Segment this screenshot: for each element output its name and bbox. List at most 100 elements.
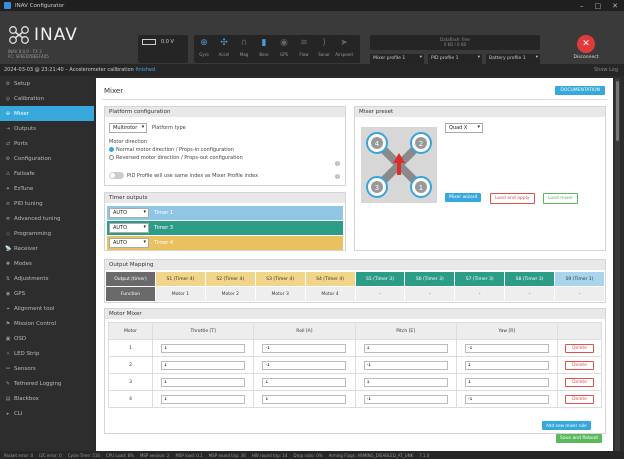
osd-icon: ▣ <box>5 335 11 342</box>
throttle-input[interactable] <box>161 394 246 404</box>
mag-icon: ∩ <box>240 38 248 48</box>
sidebar-item-label: Mission Control <box>14 320 57 327</box>
throttle-cell <box>151 356 255 374</box>
timer-mode-select[interactable]: AUTO <box>109 223 149 233</box>
window-titlebar: INAV Configurator – □ ✕ <box>0 0 624 11</box>
sidebar-item-adjustments[interactable]: ⇅ Adjustments <box>0 271 94 286</box>
sidebar-item-modes[interactable]: ✺ Modes <box>0 256 94 271</box>
minimize-button[interactable]: – <box>580 2 584 10</box>
pitch-cell <box>354 373 457 391</box>
profile-selectors: Mixer profile 1 PID profile 1 Battery pr… <box>370 54 540 64</box>
delete-rule-button[interactable]: Delete <box>565 343 594 353</box>
show-log-link[interactable]: Show Log <box>594 67 618 73</box>
pitch-input[interactable] <box>363 394 448 404</box>
sensor-status-bar: ⊕ Gyro ✣ Accel ∩ Mag ▮ Baro ◉ GPS ≋ Flow ) Sona… <box>194 35 360 63</box>
delete-rule-button[interactable]: Delete <box>565 377 594 387</box>
roll-input[interactable] <box>262 394 347 404</box>
sensors-icon: ⚯ <box>5 365 11 372</box>
sidebar-item-blackbox[interactable]: ▤ Blackbox <box>0 391 94 406</box>
yaw-input[interactable] <box>464 377 549 387</box>
sidebar-item-outputs[interactable]: ⇥ Outputs <box>0 121 94 136</box>
sidebar-item-cli[interactable]: ▸ CLI <box>0 406 94 421</box>
sidebar-item-advanced-tuning[interactable]: ≣ Advanced tuning <box>0 211 94 226</box>
col-header: Yaw [R] <box>455 322 559 340</box>
pid-profile-select[interactable]: PID profile 1 <box>428 54 482 64</box>
status-footer: Packet error: 0 I2C error: 0 Cycle Time: 5… <box>0 451 624 459</box>
footer-stat: 7.1.0 <box>419 453 430 458</box>
sidebar-item-sensors[interactable]: ⚯ Sensors <box>0 361 94 376</box>
sidebar-item-label: Configuration <box>14 155 52 162</box>
sidebar-item-gps[interactable]: ◉ GPS <box>0 286 94 301</box>
sidebar-item-tethered-logging[interactable]: ✎ Tethered Logging <box>0 376 94 391</box>
throttle-input[interactable] <box>161 377 246 387</box>
direction-normal-radio[interactable] <box>109 147 114 152</box>
timer-mode-select[interactable]: AUTO <box>109 208 149 218</box>
timer-mode-select[interactable]: AUTO <box>109 238 149 248</box>
sidebar-item-calibration[interactable]: ◎ Calibration <box>0 91 94 106</box>
advanced-icon: ≣ <box>5 215 11 222</box>
direction-reversed-radio[interactable] <box>109 155 114 160</box>
ports-icon: ⇄ <box>5 140 11 147</box>
documentation-button[interactable]: DOCUMENTATION <box>555 86 605 95</box>
sidebar-item-osd[interactable]: ▣ OSD <box>0 331 94 346</box>
delete-rule-button[interactable]: Delete <box>565 360 594 370</box>
help-icon[interactable]: ? <box>335 161 340 166</box>
yaw-input[interactable] <box>464 343 549 353</box>
quad-logo-icon <box>9 26 29 44</box>
pid-profile-toggle[interactable] <box>109 172 124 179</box>
yaw-input[interactable] <box>464 360 549 370</box>
maximize-button[interactable]: □ <box>595 2 602 10</box>
mixer-preset-panel: Mixer preset 4 2 3 1 Quad X Mixer wizard… <box>354 106 606 251</box>
roll-input[interactable] <box>262 377 347 387</box>
dataflash-line2: 0 KB / 0 KB <box>443 42 467 47</box>
sidebar-item-mixer[interactable]: ✣ Mixer <box>0 106 94 121</box>
throttle-input[interactable] <box>161 343 246 353</box>
motor-direction-heading: Motor direction <box>109 139 147 145</box>
throttle-input[interactable] <box>161 360 246 370</box>
roll-input[interactable] <box>262 343 347 353</box>
mixer-preset-select[interactable]: Quad X <box>445 123 483 133</box>
sensor-baro: ▮ Baro <box>259 38 269 57</box>
yaw-input[interactable] <box>464 394 549 404</box>
sidebar-item-ports[interactable]: ⇄ Ports <box>0 136 94 151</box>
mixer-preset-heading: Mixer preset <box>355 107 605 117</box>
add-mixer-rule-button[interactable]: Add new mixer rule <box>542 421 591 430</box>
mixer-wizard-button[interactable]: Mixer wizard <box>445 193 482 202</box>
sidebar-item-label: GPS <box>14 290 26 297</box>
version-line2: FC: SPEEDYBEEF405 <box>8 54 49 59</box>
battery-profile-select[interactable]: Battery profile 1 <box>486 54 540 64</box>
save-and-reboot-button[interactable]: Save and Reboot <box>556 434 603 443</box>
disconnect-icon: ✕ <box>577 35 595 53</box>
configuration-icon: ⚙ <box>5 155 11 162</box>
sidebar-item-programming[interactable]: ◇ Programming <box>0 226 94 241</box>
sidebar-item-alignment-tool[interactable]: ⌖ Alignment tool <box>0 301 94 316</box>
mapping-function-cell: - <box>554 286 605 302</box>
pitch-input[interactable] <box>363 360 448 370</box>
footer-stat: MSP round trip: 36 <box>208 453 246 458</box>
pitch-input[interactable] <box>363 343 448 353</box>
sidebar-item-label: Adjustments <box>14 275 49 282</box>
motor-number: 4 <box>375 140 380 148</box>
sidebar-item-mission-control[interactable]: ⚑ Mission Control <box>0 316 94 331</box>
output-mapping-table: Output (timer) S1 (Timer 4) S2 (Timer 4) S3… <box>105 271 605 302</box>
delete-rule-button[interactable]: Delete <box>565 394 594 404</box>
load-and-apply-button[interactable]: Load and apply <box>490 193 535 204</box>
platform-type-select[interactable]: Multirotor <box>109 123 148 133</box>
pitch-input[interactable] <box>363 377 448 387</box>
pitch-cell <box>354 390 457 408</box>
sidebar-item-pid-tuning[interactable]: ≡ PID tuning <box>0 196 94 211</box>
load-mixer-button[interactable]: Load mixer <box>543 193 579 204</box>
help-icon[interactable]: ? <box>335 174 340 179</box>
close-window-button[interactable]: ✕ <box>612 2 618 10</box>
sidebar-item-setup[interactable]: ⚙ Setup <box>0 76 94 91</box>
roll-input[interactable] <box>262 360 347 370</box>
scrollbar-thumb[interactable] <box>616 81 619 141</box>
sidebar-item-eztune[interactable]: ✦ EzTune <box>0 181 94 196</box>
sidebar-item-led-strip[interactable]: ✧ LED Strip <box>0 346 94 361</box>
sidebar-item-failsafe[interactable]: ⚠ Failsafe <box>0 166 94 181</box>
scrollbar[interactable] <box>615 78 620 451</box>
mixer-profile-select[interactable]: Mixer profile 1 <box>370 54 424 64</box>
led-icon: ✧ <box>5 350 11 357</box>
sidebar-item-receiver[interactable]: 📡 Receiver <box>0 241 94 256</box>
sidebar-item-configuration[interactable]: ⚙ Configuration <box>0 151 94 166</box>
